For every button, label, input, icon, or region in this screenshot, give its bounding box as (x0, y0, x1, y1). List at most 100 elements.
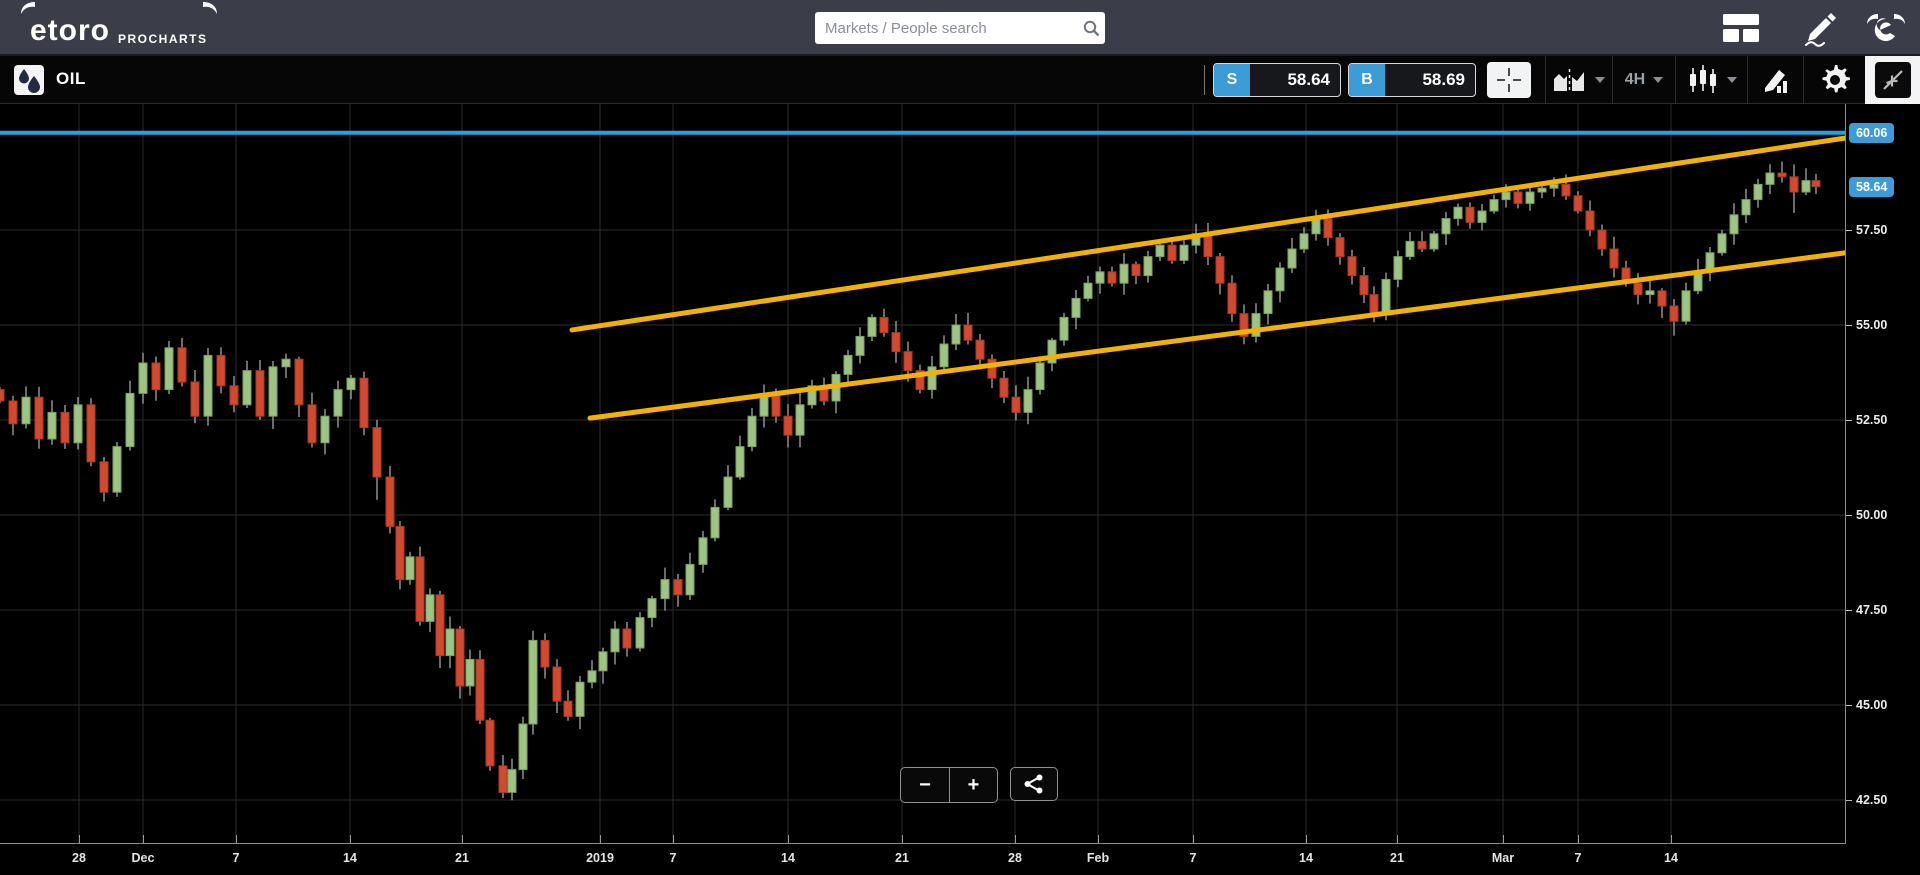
chevron-down-icon (1727, 77, 1737, 83)
symbol-name: OIL (56, 69, 86, 89)
price-tick (1846, 705, 1852, 706)
last-price-badge: 58.64 (1849, 177, 1894, 197)
buy-label: B (1349, 64, 1385, 96)
zoom-in-button[interactable]: + (949, 768, 997, 802)
price-axis[interactable]: 57.50 55.00 52.50 50.00 47.50 45.00 42.50 60.06… (1845, 104, 1920, 843)
share-button[interactable] (1010, 767, 1058, 801)
date-tick (1193, 835, 1194, 843)
etoro-logo[interactable]: etoro PROCHARTS (30, 8, 208, 48)
date-label: 21 (455, 851, 469, 865)
date-label: 14 (781, 851, 795, 865)
collapse-button[interactable] (1865, 56, 1920, 104)
procharts-label: PROCHARTS (118, 32, 208, 46)
date-tick (1671, 835, 1672, 843)
price-label: 45.00 (1856, 698, 1887, 712)
etoro-e-icon[interactable] (1866, 10, 1906, 51)
date-label: 14 (1299, 851, 1313, 865)
date-axis-line (0, 843, 1846, 844)
settings-button[interactable] (1803, 56, 1865, 104)
zoom-out-button[interactable]: − (901, 768, 949, 802)
price-label: 55.00 (1856, 318, 1887, 332)
price-tick (1846, 230, 1852, 231)
date-label: Dec (132, 851, 155, 865)
date-tick (1578, 835, 1579, 843)
zoom-controls: − + (900, 767, 998, 803)
price-label: 52.50 (1856, 413, 1887, 427)
compare-button[interactable] (1545, 56, 1612, 104)
divider (1204, 65, 1205, 95)
etoro-logo-text: etoro (30, 14, 110, 48)
date-label: 14 (343, 851, 357, 865)
date-tick (600, 835, 601, 843)
date-label: 7 (1190, 851, 1197, 865)
topbar: etoro PROCHARTS (0, 0, 1920, 56)
price-label: 47.50 (1856, 603, 1887, 617)
price-tick (1846, 610, 1852, 611)
bull-horn-icon (202, 1, 218, 15)
date-label: 7 (233, 851, 240, 865)
share-icon (1024, 774, 1044, 794)
chevron-down-icon (1595, 77, 1605, 83)
candlestick-chart (0, 104, 1845, 843)
buy-button[interactable]: B 58.69 (1348, 63, 1476, 97)
date-label: 14 (1664, 851, 1678, 865)
date-label: 2019 (586, 851, 614, 865)
date-label: 21 (1390, 851, 1404, 865)
sell-price: 58.64 (1250, 64, 1340, 96)
price-label: 57.50 (1856, 223, 1887, 237)
date-tick (902, 835, 903, 843)
date-label: 21 (895, 851, 909, 865)
buy-price: 58.69 (1385, 64, 1475, 96)
pencil-icon[interactable] (1798, 10, 1838, 53)
bull-horn-icon (20, 1, 36, 15)
brush-icon (1761, 66, 1791, 94)
oil-symbol-icon (14, 65, 44, 95)
chevron-down-icon (1653, 77, 1663, 83)
date-tick (673, 835, 674, 843)
date-label: Mar (1492, 851, 1514, 865)
date-label: Feb (1087, 851, 1109, 865)
compare-charts-icon (1553, 67, 1587, 93)
crosshair-icon (1496, 67, 1522, 93)
date-label: 7 (670, 851, 677, 865)
date-axis[interactable]: 28 Dec 7 14 21 2019 7 14 21 28 Feb 7 14 21 Mar 7 14 (0, 843, 1920, 875)
date-tick (1397, 835, 1398, 843)
chart-header: OIL S 58.64 B 58.69 4H (0, 56, 1920, 104)
date-label: 28 (1008, 851, 1022, 865)
date-label: 28 (72, 851, 86, 865)
search-input[interactable] (815, 20, 1077, 37)
price-tick (1846, 515, 1852, 516)
date-tick (1015, 835, 1016, 843)
layout-icon[interactable] (1723, 14, 1759, 47)
interval-button[interactable]: 4H (1612, 56, 1675, 104)
price-label: 50.00 (1856, 508, 1887, 522)
sell-label: S (1214, 64, 1250, 96)
crosshair-button[interactable] (1487, 62, 1531, 98)
date-tick (462, 835, 463, 843)
draw-button[interactable] (1747, 56, 1803, 104)
date-tick (1503, 835, 1504, 843)
interval-label: 4H (1625, 71, 1645, 89)
date-tick (79, 835, 80, 843)
gear-icon (1820, 65, 1850, 95)
price-tick (1846, 800, 1852, 801)
market-search (815, 12, 1105, 44)
resistance-badge: 60.06 (1849, 123, 1894, 143)
sell-button[interactable]: S 58.64 (1213, 63, 1341, 97)
search-icon[interactable] (1077, 20, 1105, 37)
date-tick (350, 835, 351, 843)
price-tick (1846, 420, 1852, 421)
date-tick (236, 835, 237, 843)
procharts-app: etoro PROCHARTS (0, 0, 1920, 875)
date-label: 7 (1575, 851, 1582, 865)
chart-type-button[interactable] (1675, 56, 1747, 104)
date-tick (788, 835, 789, 843)
price-label: 42.50 (1856, 793, 1887, 807)
date-tick (143, 835, 144, 843)
price-tick (1846, 325, 1852, 326)
date-tick (1306, 835, 1307, 843)
date-tick (1098, 835, 1099, 843)
candlestick-icon (1687, 64, 1719, 96)
chart-plot[interactable]: − + (0, 104, 1845, 843)
collapse-icon (1875, 62, 1911, 98)
